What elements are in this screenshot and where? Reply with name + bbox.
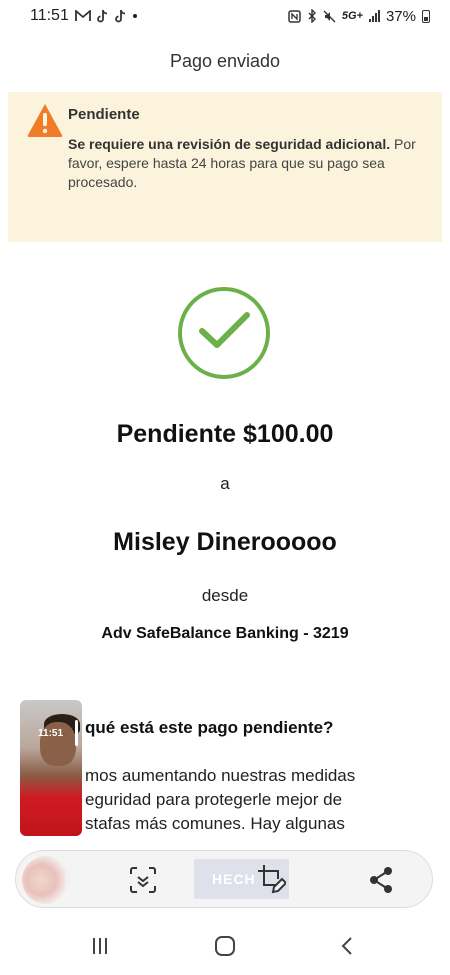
nfc-icon [288, 9, 301, 23]
status-bar: 11:51 5G+ 37% [0, 0, 450, 32]
tiktok-icon [114, 9, 127, 23]
pip-video-overlay[interactable]: 11:51 [20, 700, 82, 836]
home-icon[interactable] [215, 936, 235, 956]
pending-alert: Pendiente Se requiere una revisión de se… [8, 92, 442, 242]
system-navigation-bar [0, 920, 450, 975]
recents-icon[interactable] [90, 936, 110, 956]
warning-icon [26, 102, 64, 138]
info-line: stafas más comunes. Hay algunas [85, 814, 345, 833]
info-title: qué está este pago pendiente? [85, 718, 334, 737]
signal-icon [368, 10, 380, 22]
info-line: eguridad para protegerle mejor de [85, 790, 343, 809]
notification-dot-icon [132, 14, 137, 18]
pip-time: 11:51 [38, 728, 64, 739]
screenshot-toolbar: HECH [15, 850, 433, 908]
status-left: 11:51 [30, 7, 137, 25]
info-line: mos aumentando nuestras medidas [85, 766, 356, 785]
screenshot-thumbnail[interactable] [22, 856, 70, 904]
share-icon[interactable] [368, 865, 396, 895]
info-body: mos aumentando nuestras medidas eguridad… [85, 764, 405, 836]
check-circle-icon [178, 287, 270, 379]
alert-title: Pendiente [68, 106, 140, 123]
alert-message-bold: Se requiere una revisión de seguridad ad… [68, 136, 391, 152]
bluetooth-icon [307, 9, 317, 23]
battery-percent: 37% [385, 7, 416, 25]
5g-icon: 5G+ [341, 10, 363, 22]
pip-resize-handle[interactable] [75, 720, 78, 746]
battery-icon [422, 9, 430, 23]
recipient-name: Misley Dinerooooo [113, 528, 337, 556]
source-account: Adv SafeBalance Banking - 3219 [101, 625, 349, 642]
gmail-icon [74, 10, 91, 22]
edit-screenshot-icon[interactable] [256, 863, 288, 895]
back-icon[interactable] [338, 936, 358, 956]
alert-message: Se requiere una revisión de seguridad ad… [68, 135, 424, 192]
mute-icon [323, 10, 336, 23]
tiktok-icon [96, 9, 109, 23]
from-label: desde [201, 586, 249, 605]
scroll-capture-icon[interactable] [128, 865, 158, 895]
payment-amount: Pendiente $100.00 [116, 420, 334, 448]
status-right: 5G+ 37% [288, 8, 430, 25]
page-title: Pago enviado [169, 51, 281, 71]
status-time: 11:51 [30, 7, 69, 24]
to-label: a [220, 474, 230, 493]
